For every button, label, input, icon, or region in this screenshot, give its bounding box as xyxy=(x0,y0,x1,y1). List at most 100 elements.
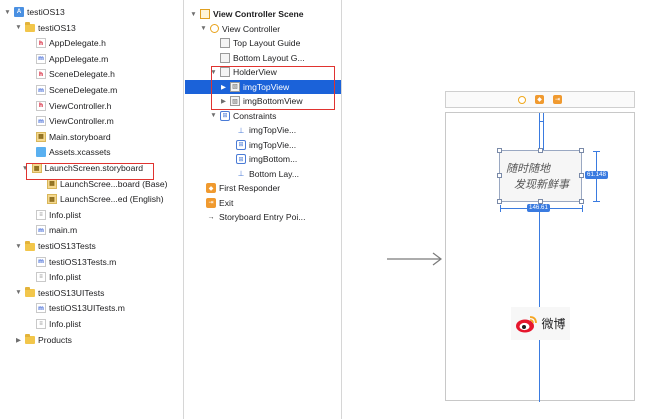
navigator-item-label: Info.plist xyxy=(49,319,82,329)
view-icon xyxy=(220,67,230,77)
disclosure-triangle-icon[interactable]: ▼ xyxy=(14,289,23,296)
disclosure-triangle-icon[interactable]: ▼ xyxy=(209,69,218,76)
disclosure-triangle-icon[interactable]: ▼ xyxy=(21,165,30,172)
header-file-icon: h xyxy=(36,69,46,80)
resize-handle[interactable] xyxy=(497,148,502,153)
constraints-group-icon: ⊞ xyxy=(220,110,230,121)
img-bottom-view[interactable]: 微博 xyxy=(511,307,570,340)
navigator-item[interactable]: h AppDelegate.h xyxy=(0,36,183,50)
outline-item-label: Bottom Lay... xyxy=(249,168,299,179)
navigator-item-label: Assets.xcassets xyxy=(49,147,111,158)
width-constraint-badge[interactable]: 146.61 xyxy=(527,204,550,212)
outline-item[interactable]: ▼ View Controller Scene xyxy=(185,7,341,21)
navigator-item-label: testiOS13 xyxy=(27,7,65,17)
outline-item[interactable]: ▼ View Controller xyxy=(185,22,341,36)
navigator-item[interactable]: m testiOS13UITests.m xyxy=(0,301,183,315)
navigator-item[interactable]: h SceneDelegate.h xyxy=(0,67,183,81)
outline-item[interactable]: → Storyboard Entry Poi... xyxy=(185,210,341,224)
storyboard-file-icon: ▦ xyxy=(47,194,57,205)
navigator-item-label: testiOS13UITests.m xyxy=(49,303,125,314)
navigator-item[interactable]: ▦ LaunchScree...board (Base) xyxy=(0,177,183,191)
disclosure-triangle-icon[interactable]: ▶ xyxy=(14,336,23,344)
resize-handle[interactable] xyxy=(579,173,584,178)
objc-file-icon: m xyxy=(36,225,46,236)
outline-item[interactable]: ◆ First Responder xyxy=(185,181,341,195)
resize-handle[interactable] xyxy=(497,173,502,178)
project-navigator: ▼ AtestiOS13 ▼ testiOS13 h AppDelegate.h m AppD… xyxy=(0,0,184,419)
navigator-item[interactable]: h ViewController.h xyxy=(0,99,183,113)
disclosure-triangle-icon[interactable]: ▼ xyxy=(14,24,23,31)
disclosure-triangle-icon[interactable]: ▼ xyxy=(14,243,23,250)
storyboard-file-icon: ▦ xyxy=(36,131,46,142)
outline-item[interactable]: ▶ ▧ imgTopView xyxy=(185,79,341,94)
outline-item-label: View Controller xyxy=(222,23,281,34)
outline-item[interactable]: ⊞ imgBottom... xyxy=(185,152,341,166)
outline-item[interactable]: ⊥ Bottom Lay... xyxy=(185,167,341,181)
objc-file-icon: m xyxy=(36,256,46,267)
plist-file-icon: ≡ xyxy=(36,272,46,283)
storyboard-canvas[interactable]: ◆ ⇥ 随时随地 发现新鲜事 61.148 146.61 微博 xyxy=(343,0,650,419)
outline-item[interactable]: ▶ ▧ imgBottomView xyxy=(185,94,341,108)
storyboard-file-icon: ▦ xyxy=(47,178,57,189)
disclosure-triangle-icon[interactable]: ▶ xyxy=(219,97,228,105)
navigator-item-label: ViewController.h xyxy=(49,100,112,111)
navigator-item[interactable]: ≡ Info.plist xyxy=(0,270,183,284)
navigator-item[interactable]: ▼ AtestiOS13 xyxy=(0,5,183,19)
navigator-item[interactable]: ▼ testiOS13UITests xyxy=(0,286,183,300)
navigator-item[interactable]: m ViewController.m xyxy=(0,114,183,128)
outline-item[interactable]: ⊥ imgTopVie... xyxy=(185,123,341,137)
first-responder-dock-icon[interactable]: ◆ xyxy=(535,95,544,104)
outline-item[interactable]: ▼ HolderView xyxy=(185,65,341,79)
exit-dock-icon[interactable]: ⇥ xyxy=(553,95,562,104)
view-icon xyxy=(220,38,230,48)
outline-item-label: imgTopView xyxy=(243,81,290,92)
folder-icon xyxy=(25,240,35,251)
disclosure-triangle-icon[interactable]: ▼ xyxy=(199,25,208,32)
view-controller-dock-icon[interactable] xyxy=(518,95,526,104)
height-constraint-cap xyxy=(593,151,600,152)
resize-handle[interactable] xyxy=(538,148,543,153)
outline-item[interactable]: Top Layout Guide xyxy=(185,36,341,50)
top-image-text-line1: 随时随地 xyxy=(506,162,550,175)
navigator-item[interactable]: m testiOS13Tests.m xyxy=(0,255,183,269)
resize-handle[interactable] xyxy=(579,148,584,153)
outline-item-label: HolderView xyxy=(233,67,277,77)
outline-item-label: View Controller Scene xyxy=(213,9,304,19)
navigator-item[interactable]: ≡ Info.plist xyxy=(0,317,183,331)
navigator-item[interactable]: ▦ Main.storyboard xyxy=(0,130,183,144)
navigator-item[interactable]: ▦ LaunchScree...ed (English) xyxy=(0,192,183,206)
storyboard-file-icon: ▦ xyxy=(31,163,42,173)
first-responder-icon: ◆ xyxy=(206,183,216,193)
outline-item[interactable]: ⇥ Exit xyxy=(185,196,341,210)
img-top-view[interactable]: 随时随地 发现新鲜事 xyxy=(499,150,582,202)
disclosure-triangle-icon[interactable]: ▼ xyxy=(189,11,198,18)
disclosure-triangle-icon[interactable]: ▶ xyxy=(219,83,228,91)
resize-handle[interactable] xyxy=(497,199,502,204)
height-constraint-badge[interactable]: 61.148 xyxy=(585,171,608,179)
navigator-item[interactable]: m SceneDelegate.m xyxy=(0,83,183,97)
navigator-item[interactable]: m main.m xyxy=(0,223,183,237)
navigator-item[interactable]: ≡ Info.plist xyxy=(0,208,183,222)
navigator-item[interactable]: ▼ ▦ LaunchScreen.storyboard xyxy=(0,161,183,175)
weibo-logo-icon xyxy=(516,315,538,332)
navigator-item-label: testiOS13 xyxy=(38,22,76,33)
navigator-item-label: Info.plist xyxy=(49,272,82,283)
disclosure-triangle-icon[interactable]: ▼ xyxy=(209,112,218,119)
navigator-item[interactable]: ▼ testiOS13 xyxy=(0,21,183,35)
outline-item-label: Exit xyxy=(219,197,234,208)
navigator-item[interactable]: ▶ Products xyxy=(0,333,183,347)
navigator-item-label: Products xyxy=(38,334,72,345)
width-constraint-cap xyxy=(500,205,501,212)
resize-handle[interactable] xyxy=(579,199,584,204)
navigator-item[interactable]: Assets.xcassets xyxy=(0,145,183,159)
plist-file-icon: ≡ xyxy=(36,319,46,329)
navigator-item[interactable]: ▼ testiOS13Tests xyxy=(0,239,183,253)
view-controller-view[interactable]: 随时随地 发现新鲜事 61.148 146.61 微博 xyxy=(445,112,635,402)
disclosure-triangle-icon[interactable]: ▼ xyxy=(3,9,12,16)
outline-item[interactable]: Bottom Layout G... xyxy=(185,51,341,65)
outline-item[interactable]: ⊞ imgTopVie... xyxy=(185,138,341,152)
outline-item[interactable]: ▼ ⊞ Constraints xyxy=(185,109,341,123)
navigator-item[interactable]: m AppDelegate.m xyxy=(0,52,183,66)
scene-dock: ◆ ⇥ xyxy=(445,91,635,108)
navigator-item-label: Main.storyboard xyxy=(49,131,111,142)
